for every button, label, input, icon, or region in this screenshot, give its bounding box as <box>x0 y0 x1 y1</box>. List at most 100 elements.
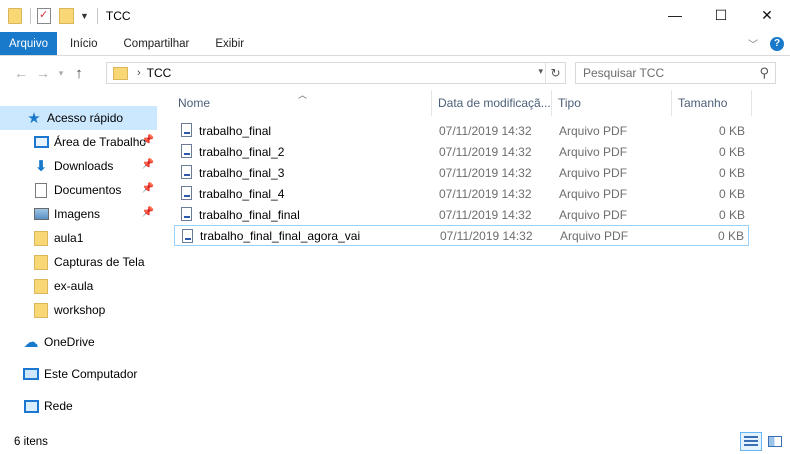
pdf-file-icon <box>182 229 193 243</box>
file-row[interactable]: trabalho_final_4 07/11/2019 14:32 Arquiv… <box>174 183 749 204</box>
images-icon <box>33 206 49 222</box>
pin-icon: 📌 <box>141 159 154 170</box>
nav-item-rede[interactable]: Rede <box>0 394 157 418</box>
item-count: 6 itens <box>14 436 48 448</box>
file-name: trabalho_final_final_agora_vai <box>200 228 361 243</box>
file-size: 0 KB <box>718 186 745 201</box>
column-header-date[interactable]: Data de modificaçã... <box>432 90 552 116</box>
nav-item-label: OneDrive <box>44 335 95 349</box>
nav-item-documentos[interactable]: Documentos 📌 <box>0 178 157 202</box>
file-name: trabalho_final <box>199 123 272 138</box>
nav-item-label: ex-aula <box>54 279 94 293</box>
file-date: 07/11/2019 14:32 <box>439 144 532 159</box>
file-name: trabalho_final_4 <box>199 186 285 201</box>
minimize-button[interactable]: — <box>652 0 698 30</box>
nav-item-area-de-trabalho[interactable]: Área de Trabalho 📌 <box>0 130 157 154</box>
back-arrow-icon[interactable]: ← <box>10 65 32 81</box>
pdf-file-icon <box>181 144 192 158</box>
file-type: Arquivo PDF <box>559 123 628 138</box>
nav-item-onedrive[interactable]: ☁ OneDrive <box>0 330 157 354</box>
breadcrumb-chevron-icon[interactable]: › <box>137 67 141 79</box>
window-title: TCC <box>105 9 131 23</box>
large-icons-view-button[interactable] <box>764 432 786 451</box>
tab-inicio[interactable]: Início <box>57 32 111 55</box>
navigation-bar: ← → ▾ ↑ › TCC ▾ ↻ ⚲ <box>0 56 790 90</box>
folder-icon <box>33 278 49 294</box>
forward-arrow-icon[interactable]: → <box>32 65 54 81</box>
pdf-file-icon <box>181 123 192 137</box>
search-input[interactable] <box>576 66 746 80</box>
nav-item-label: Imagens <box>54 207 101 221</box>
ribbon-right-controls: ﹀ ? <box>748 36 784 51</box>
nav-item-label: Capturas de Tela <box>54 255 145 269</box>
file-size: 0 KB <box>718 123 745 138</box>
nav-item-ex-aula[interactable]: ex-aula <box>0 274 157 298</box>
column-header-type[interactable]: Tipo <box>552 90 672 116</box>
recent-locations-chevron-icon[interactable]: ▾ <box>54 68 68 79</box>
folder-icon <box>8 8 22 24</box>
expand-ribbon-chevron-icon[interactable]: ﹀ <box>748 36 758 51</box>
tab-compartilhar[interactable]: Compartilhar <box>111 32 203 55</box>
document-icon <box>33 182 49 198</box>
refresh-icon[interactable]: ↻ <box>545 63 565 83</box>
file-date: 07/11/2019 14:32 <box>440 228 533 243</box>
pdf-file-icon <box>181 186 192 200</box>
download-icon: ⬇ <box>34 158 48 175</box>
title-divider <box>96 8 98 24</box>
maximize-button[interactable]: ☐ <box>698 0 744 30</box>
file-type: Arquivo PDF <box>560 228 629 243</box>
desktop-icon <box>33 134 49 150</box>
file-type: Arquivo PDF <box>559 144 628 159</box>
title-bar: ▼ TCC — ☐ ✕ <box>0 0 790 32</box>
address-dropdown-chevron-icon[interactable]: ▾ <box>538 66 543 77</box>
nav-item-capturas-de-tela[interactable]: Capturas de Tela <box>0 250 157 274</box>
nav-item-label: workshop <box>54 303 106 317</box>
breadcrumb-tcc[interactable]: TCC <box>147 66 172 80</box>
nav-item-label: Rede <box>44 399 73 413</box>
nav-item-imagens[interactable]: Imagens 📌 <box>0 202 157 226</box>
search-icon[interactable]: ⚲ <box>759 65 769 81</box>
nav-item-label: Este Computador <box>44 367 138 381</box>
file-row[interactable]: trabalho_final_final 07/11/2019 14:32 Ar… <box>174 204 749 225</box>
file-date: 07/11/2019 14:32 <box>439 123 532 138</box>
file-type: Arquivo PDF <box>559 165 628 180</box>
file-row[interactable]: trabalho_final_final_agora_vai 07/11/201… <box>174 225 749 246</box>
help-icon[interactable]: ? <box>770 36 784 51</box>
nav-item-acesso-rapido[interactable]: ★ Acesso rápido <box>0 106 157 130</box>
star-icon: ★ <box>27 110 41 127</box>
new-folder-icon[interactable] <box>59 8 74 24</box>
file-date: 07/11/2019 14:32 <box>439 207 532 222</box>
pin-icon: 📌 <box>141 207 154 218</box>
folder-icon <box>33 302 49 318</box>
large-icons-view-icon <box>768 436 782 447</box>
pin-icon: 📌 <box>141 183 154 194</box>
column-headers: ︿ Nome Data de modificaçã... Tipo Tamanh… <box>172 90 762 116</box>
cloud-icon: ☁ <box>23 334 39 351</box>
nav-item-aula1[interactable]: aula1 <box>0 226 157 250</box>
details-view-button[interactable] <box>740 432 762 451</box>
column-header-size[interactable]: Tamanho <box>672 90 752 116</box>
nav-item-workshop[interactable]: workshop <box>0 298 157 322</box>
file-row[interactable]: trabalho_final_2 07/11/2019 14:32 Arquiv… <box>174 141 749 162</box>
nav-item-este-computador[interactable]: Este Computador <box>0 362 157 386</box>
pdf-file-icon <box>181 165 192 179</box>
tab-arquivo[interactable]: Arquivo <box>0 32 57 55</box>
customize-toolbar-chevron-icon[interactable]: ▼ <box>80 11 89 21</box>
file-type: Arquivo PDF <box>559 186 628 201</box>
file-size: 0 KB <box>718 165 745 180</box>
file-row[interactable]: trabalho_final_3 07/11/2019 14:32 Arquiv… <box>174 162 749 183</box>
pdf-file-icon <box>181 207 192 221</box>
nav-item-label: Área de Trabalho <box>54 135 146 149</box>
file-size: 0 KB <box>718 207 745 222</box>
quick-access-toolbar: ▼ <box>0 0 95 32</box>
nav-item-downloads[interactable]: ⬇ Downloads 📌 <box>0 154 157 178</box>
folder-icon <box>33 254 49 270</box>
column-header-name[interactable]: Nome <box>172 90 432 116</box>
tab-exibir[interactable]: Exibir <box>202 32 257 55</box>
properties-icon[interactable] <box>37 8 51 24</box>
close-button[interactable]: ✕ <box>744 0 790 30</box>
file-row[interactable]: trabalho_final 07/11/2019 14:32 Arquivo … <box>174 120 749 141</box>
up-arrow-icon[interactable]: ↑ <box>68 65 90 82</box>
address-bar[interactable]: › TCC ▾ ↻ <box>106 62 566 84</box>
folder-icon <box>33 230 49 246</box>
